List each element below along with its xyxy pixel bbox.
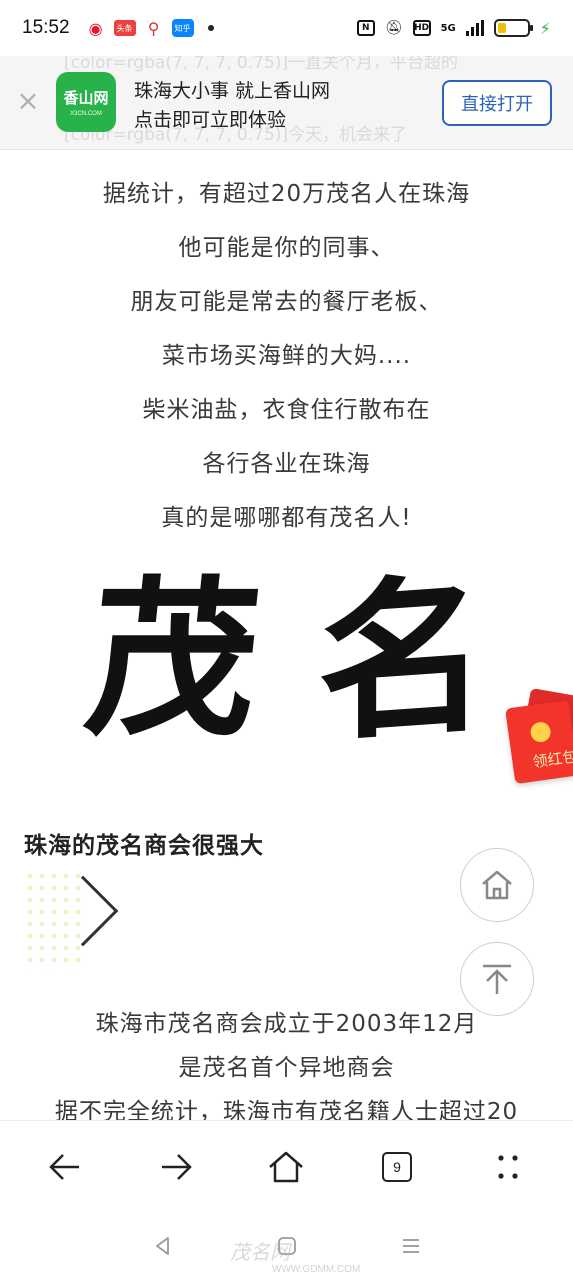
app-logo: 香山网 X3CN.COM xyxy=(56,72,116,132)
article-line: 据统计，有超过20万茂名人在珠海 xyxy=(102,181,471,207)
network-type: 5G xyxy=(440,22,456,34)
red-packet-icon: 领红包 xyxy=(505,699,573,785)
nfc-icon: N xyxy=(356,20,375,36)
status-time: 15:52 xyxy=(22,17,70,38)
section-heading: 珠海的茂名商会很强大 xyxy=(24,833,264,859)
hd-icon: HD xyxy=(412,20,431,36)
article-intro: 据统计，有超过20万茂名人在珠海 他可能是你的同事、 朋友可能是常去的餐厅老板、… xyxy=(0,176,573,554)
close-icon[interactable]: × xyxy=(16,87,40,115)
tabs-icon: 9 xyxy=(382,1151,413,1182)
open-app-button[interactable]: 直接打开 xyxy=(442,80,552,126)
red-packet-button[interactable]: 领红包 xyxy=(505,687,573,785)
coin-icon xyxy=(529,720,552,744)
article-line: 柴米油盐，衣食住行散布在 xyxy=(142,397,431,423)
article-line: 是茂名首个异地商会 xyxy=(178,1055,395,1081)
menu-button[interactable] xyxy=(478,1137,538,1197)
toutiao-icon: 头条 xyxy=(113,20,136,36)
article-line: 各行各业在珠海 xyxy=(202,451,371,477)
article-line: 珠海市茂名商会成立于2003年12月 xyxy=(95,1011,478,1037)
home-icon xyxy=(269,1151,304,1182)
status-indicators: N 🔕︎ HD 5G ⚡︎ xyxy=(356,18,551,38)
calligraphy-char: 茂 xyxy=(77,560,269,760)
tabs-button[interactable]: 9 xyxy=(367,1137,427,1197)
system-recents-icon[interactable] xyxy=(399,1234,423,1258)
menu-icon xyxy=(498,1154,518,1179)
article-line: 据不完全统计，珠海市有茂名籍人士超过20 xyxy=(54,1099,519,1122)
article-line: 朋友可能是常去的餐厅老板、 xyxy=(130,289,443,315)
back-button[interactable] xyxy=(35,1137,95,1197)
forward-icon xyxy=(161,1153,192,1180)
mute-icon: 🔕︎ xyxy=(384,20,403,36)
home-button[interactable] xyxy=(256,1137,316,1197)
battery-icon xyxy=(493,19,533,37)
article-line: 他可能是你的同事、 xyxy=(178,235,395,261)
more-notifications-icon xyxy=(207,25,214,31)
browser-toolbar: 9 xyxy=(0,1120,573,1212)
watermark-logo: 茂名网 xyxy=(230,1240,290,1264)
app-logo-text: 香山网 xyxy=(63,89,109,107)
forward-button[interactable] xyxy=(146,1137,206,1197)
banner-ghost-text-top: [color=rgba(7, 7, 7, 0.75)]一直关个月，平台超的 xyxy=(64,56,459,73)
article-line: 真的是哪哪都有茂名人! xyxy=(161,505,412,531)
map-icon: ⚲ xyxy=(143,18,164,38)
signal-icon xyxy=(465,20,484,36)
arrow-up-icon xyxy=(483,964,511,994)
article-paragraph-2: 珠海市茂名商会成立于2003年12月 是茂名首个异地商会 据不完全统计，珠海市有… xyxy=(0,1006,573,1122)
watermark-url: WWW.GDMM.COM xyxy=(272,1264,361,1275)
float-home-button[interactable] xyxy=(460,848,534,922)
weibo-icon: ◉ xyxy=(85,18,106,38)
zhihu-icon: 知乎 xyxy=(171,19,194,37)
banner-subtitle: 点击即可立即体验 xyxy=(134,109,287,131)
article-line: 菜市场买海鲜的大妈.... xyxy=(161,343,412,369)
system-back-icon[interactable] xyxy=(151,1234,175,1258)
notification-apps: ◉ 头条 ⚲ 知乎 xyxy=(85,18,214,38)
calligraphy-char: 名 xyxy=(317,554,489,766)
banner-title: 珠海大小事 就上香山网 xyxy=(134,80,331,102)
app-download-banner[interactable]: [color=rgba(7, 7, 7, 0.75)]一直关个月，平台超的 [c… xyxy=(0,56,573,150)
back-icon xyxy=(49,1153,80,1180)
status-bar: 15:52 ◉ 头条 ⚲ 知乎 N 🔕︎ HD 5G ⚡︎ xyxy=(0,0,573,56)
red-packet-label: 领红包 xyxy=(531,747,573,772)
app-logo-sub: X3CN.COM xyxy=(70,111,102,117)
back-to-top-button[interactable] xyxy=(460,942,534,1016)
calligraphy-image: 茂 名 xyxy=(77,554,489,766)
home-icon xyxy=(482,870,512,900)
charging-icon: ⚡︎ xyxy=(539,18,551,38)
battery-level xyxy=(497,23,507,33)
chevron-decoration xyxy=(24,870,120,970)
